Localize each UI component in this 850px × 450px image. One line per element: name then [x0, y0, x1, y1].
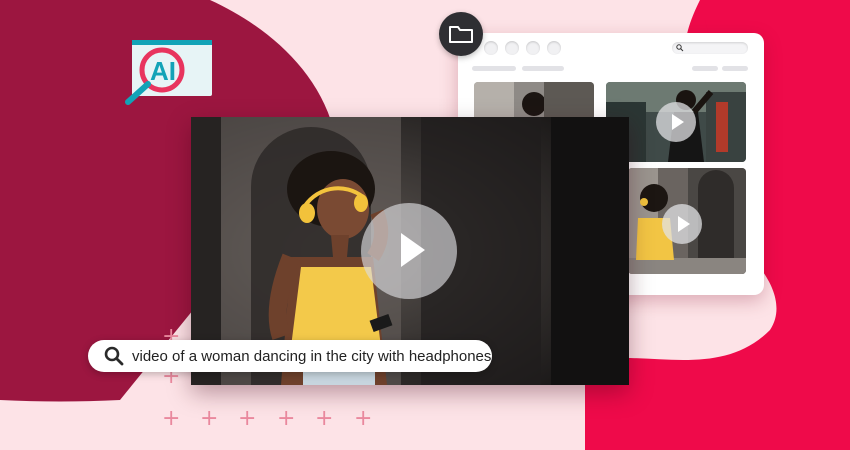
- plus-decoration: +: [162, 406, 181, 431]
- video-thumbnail[interactable]: [628, 168, 746, 274]
- play-icon[interactable]: [361, 203, 457, 299]
- plus-decoration: +: [238, 406, 257, 431]
- search-icon: [676, 44, 684, 52]
- ai-logo: AI: [125, 40, 212, 105]
- play-icon[interactable]: [656, 102, 696, 142]
- plus-decoration: +: [200, 406, 219, 431]
- browser-search-input[interactable]: [672, 42, 748, 54]
- ai-logo-text: AI: [150, 56, 176, 86]
- window-dot[interactable]: [484, 41, 498, 55]
- plus-decoration: +: [315, 406, 334, 431]
- play-icon[interactable]: [662, 204, 702, 244]
- placeholder-bar: [472, 66, 516, 71]
- placeholder-bar: [722, 66, 748, 71]
- window-controls: [484, 41, 561, 55]
- window-dot[interactable]: [526, 41, 540, 55]
- placeholder-bar: [522, 66, 564, 71]
- folder-icon: [449, 26, 473, 43]
- window-dot[interactable]: [547, 41, 561, 55]
- window-dot[interactable]: [505, 41, 519, 55]
- search-icon: [104, 346, 124, 366]
- search-query-text: video of a woman dancing in the city wit…: [132, 347, 492, 365]
- plus-decoration: +: [354, 406, 373, 431]
- placeholder-bar: [692, 66, 718, 71]
- video-thumbnail[interactable]: [474, 82, 594, 122]
- search-input[interactable]: video of a woman dancing in the city wit…: [88, 340, 492, 372]
- folder-button[interactable]: [439, 12, 483, 56]
- plus-decoration: +: [277, 406, 296, 431]
